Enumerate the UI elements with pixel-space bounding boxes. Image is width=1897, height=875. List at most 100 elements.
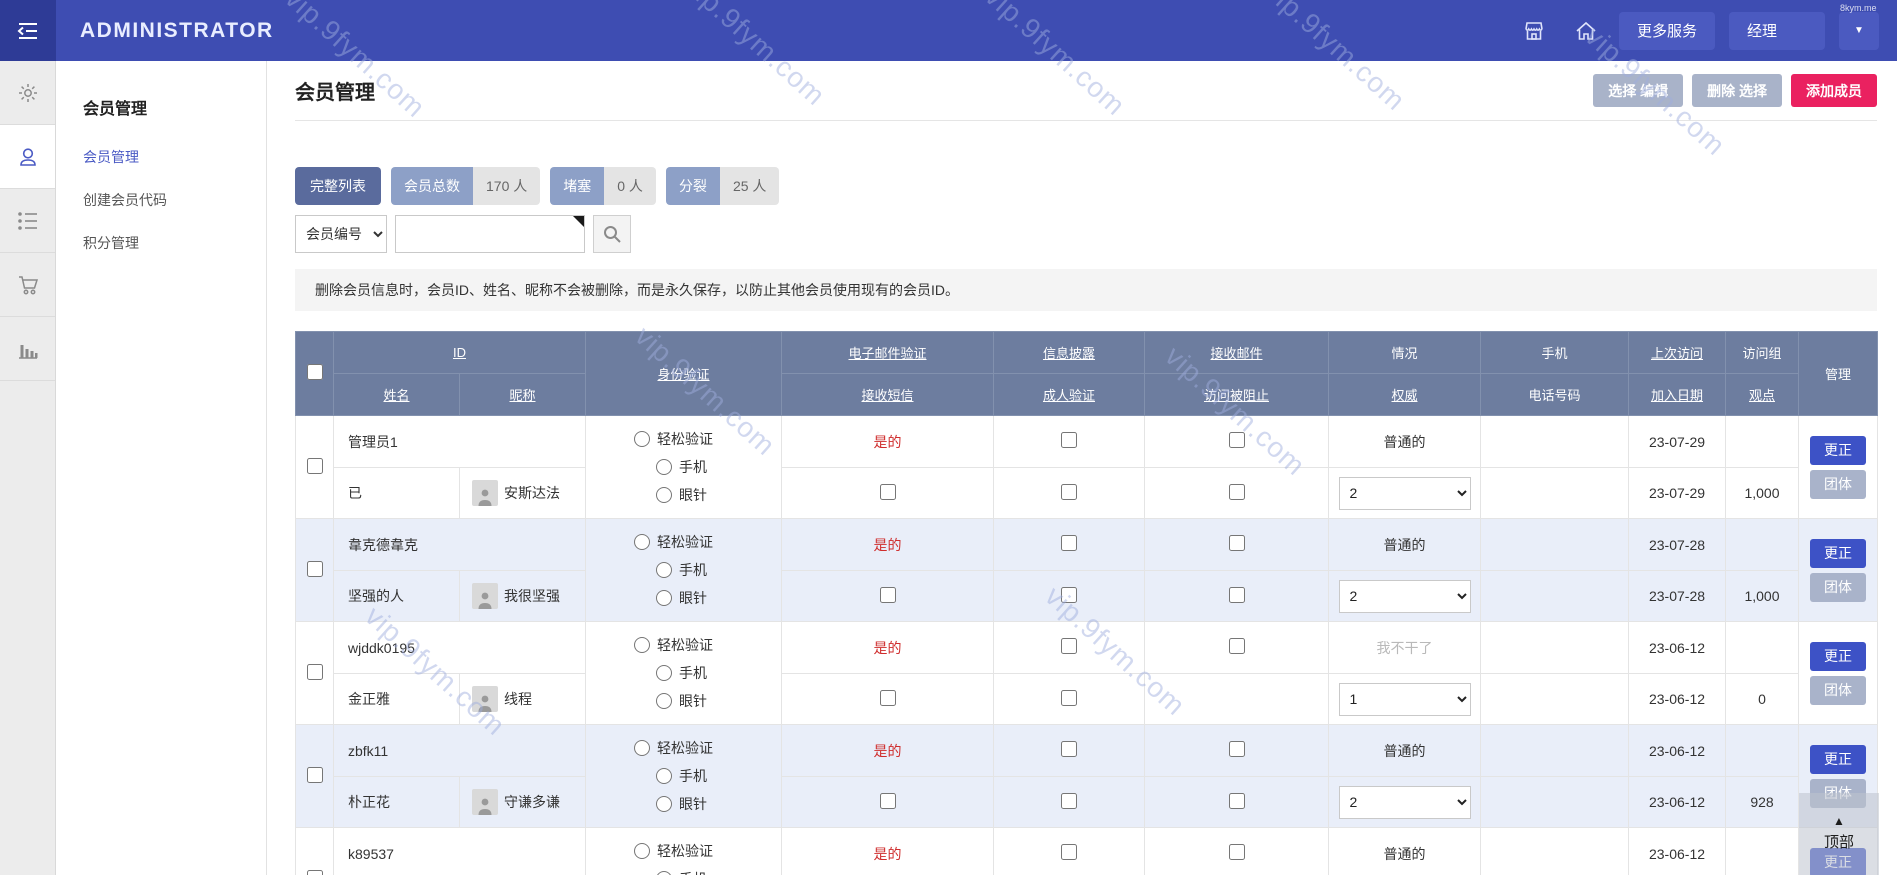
filter-total-members[interactable]: 会员总数 170 人 — [391, 167, 540, 205]
correct-button[interactable]: 更正 — [1810, 539, 1866, 568]
sort-access-blocked[interactable]: 访问被阻止 — [1204, 388, 1269, 403]
back-to-top-button[interactable]: ▲ 顶部 — [1799, 793, 1879, 875]
sort-views[interactable]: 观点 — [1749, 388, 1775, 403]
sort-join-date[interactable]: 加入日期 — [1651, 388, 1703, 403]
cell-receive-mail — [1145, 416, 1329, 468]
info-disclosure-checkbox[interactable] — [1061, 432, 1077, 448]
rail-item-settings[interactable] — [0, 61, 55, 125]
auth-easy-radio[interactable] — [634, 843, 650, 859]
auth-mobile-radio[interactable] — [656, 871, 672, 875]
row-select-checkbox[interactable] — [307, 870, 323, 875]
info-disclosure-checkbox[interactable] — [1061, 844, 1077, 860]
cell-receive-mail — [1145, 725, 1329, 777]
manager-button[interactable]: 经理 — [1729, 12, 1825, 50]
rail-item-statistics[interactable] — [0, 317, 55, 381]
auth-mobile-radio[interactable] — [656, 768, 672, 784]
auth-mobile-radio[interactable] — [656, 562, 672, 578]
auth-ipin-radio[interactable] — [656, 487, 672, 503]
search-input[interactable] — [395, 215, 585, 253]
correct-button[interactable]: 更正 — [1810, 745, 1866, 774]
account-dropdown-button[interactable]: ▼ — [1839, 12, 1879, 50]
home-icon[interactable] — [1567, 12, 1605, 50]
rail-item-orders[interactable] — [0, 253, 55, 317]
adult-verify-checkbox[interactable] — [1061, 793, 1077, 809]
row-select-checkbox[interactable] — [307, 561, 323, 577]
cell-identity-verify: 轻松验证 手机 眼针 — [586, 416, 782, 519]
auth-ipin-radio[interactable] — [656, 796, 672, 812]
access-blocked-checkbox[interactable] — [1229, 484, 1245, 500]
delete-selected-button[interactable]: 删除 选择 — [1692, 74, 1782, 107]
sort-name[interactable]: 姓名 — [383, 388, 409, 403]
sidebar-item-member-management[interactable]: 会员管理 — [83, 147, 266, 167]
cell-phone — [1481, 468, 1629, 519]
access-blocked-checkbox[interactable] — [1229, 793, 1245, 809]
sms-checkbox[interactable] — [880, 690, 896, 706]
more-services-button[interactable]: 更多服务 — [1619, 12, 1715, 50]
store-icon[interactable] — [1515, 12, 1553, 50]
auth-ipin-radio[interactable] — [656, 693, 672, 709]
row-select-checkbox[interactable] — [307, 458, 323, 474]
receive-mail-checkbox[interactable] — [1229, 844, 1245, 860]
search-field-select[interactable]: 会员编号 — [295, 215, 387, 253]
rail-item-list[interactable] — [0, 189, 55, 253]
select-all-checkbox[interactable] — [307, 364, 323, 380]
header-last-visit: 上次访问 — [1629, 332, 1726, 374]
receive-mail-checkbox[interactable] — [1229, 638, 1245, 654]
sort-nickname[interactable]: 昵称 — [509, 388, 535, 403]
sms-checkbox[interactable] — [880, 484, 896, 500]
receive-mail-checkbox[interactable] — [1229, 535, 1245, 551]
cell-sms — [782, 571, 994, 622]
adult-verify-checkbox[interactable] — [1061, 484, 1077, 500]
sort-last-visit[interactable]: 上次访问 — [1651, 346, 1703, 361]
sidebar-collapse-button[interactable] — [0, 0, 56, 61]
info-disclosure-checkbox[interactable] — [1061, 535, 1077, 551]
sms-checkbox[interactable] — [880, 587, 896, 603]
search-button[interactable] — [593, 215, 631, 253]
auth-ipin-radio[interactable] — [656, 590, 672, 606]
auth-easy-radio[interactable] — [634, 740, 650, 756]
auth-easy-radio[interactable] — [634, 637, 650, 653]
group-button[interactable]: 团体 — [1810, 676, 1866, 705]
authority-select[interactable]: 2 — [1339, 477, 1471, 510]
auth-mobile-radio[interactable] — [656, 459, 672, 475]
auth-easy-radio[interactable] — [634, 534, 650, 550]
cell-mobile — [1481, 519, 1629, 571]
filter-full-list-button[interactable]: 完整列表 — [295, 167, 381, 205]
sidebar-item-create-member-code[interactable]: 创建会员代码 — [83, 190, 266, 210]
auth-easy-radio[interactable] — [634, 431, 650, 447]
group-button[interactable]: 团体 — [1810, 573, 1866, 602]
sidebar-item-points-management[interactable]: 积分管理 — [83, 233, 266, 253]
sms-checkbox[interactable] — [880, 793, 896, 809]
filter-blocked[interactable]: 堵塞 0 人 — [550, 167, 656, 205]
cell-access-blocked — [1145, 777, 1329, 828]
adult-verify-checkbox[interactable] — [1061, 587, 1077, 603]
row-select-checkbox[interactable] — [307, 767, 323, 783]
correct-button[interactable]: 更正 — [1810, 642, 1866, 671]
sort-authority[interactable]: 权威 — [1391, 388, 1417, 403]
adult-verify-checkbox[interactable] — [1061, 690, 1077, 706]
correct-button[interactable]: 更正 — [1810, 436, 1866, 465]
add-member-button[interactable]: 添加成员 — [1791, 74, 1877, 107]
group-button[interactable]: 团体 — [1810, 470, 1866, 499]
rail-item-members[interactable] — [0, 125, 55, 189]
receive-mail-checkbox[interactable] — [1229, 432, 1245, 448]
receive-mail-checkbox[interactable] — [1229, 741, 1245, 757]
row-select-checkbox[interactable] — [307, 664, 323, 680]
sort-info-disclosure[interactable]: 信息披露 — [1043, 346, 1095, 361]
authority-select[interactable]: 1 — [1339, 683, 1471, 716]
info-disclosure-checkbox[interactable] — [1061, 741, 1077, 757]
cell-info-disclosure — [994, 828, 1145, 875]
sort-id[interactable]: ID — [453, 345, 466, 360]
sort-email-verify[interactable]: 电子邮件验证 — [848, 346, 926, 361]
authority-select[interactable]: 2 — [1339, 786, 1471, 819]
select-edit-button[interactable]: 选择 编辑 — [1593, 74, 1683, 107]
auth-mobile-radio[interactable] — [656, 665, 672, 681]
filter-split[interactable]: 分裂 25 人 — [666, 167, 779, 205]
sort-adult-verify[interactable]: 成人验证 — [1043, 388, 1095, 403]
sort-sms[interactable]: 接收短信 — [861, 388, 913, 403]
authority-select[interactable]: 2 — [1339, 580, 1471, 613]
access-blocked-checkbox[interactable] — [1229, 587, 1245, 603]
info-disclosure-checkbox[interactable] — [1061, 638, 1077, 654]
sort-identity[interactable]: 身份验证 — [657, 367, 709, 382]
sort-receive-mail[interactable]: 接收邮件 — [1210, 346, 1262, 361]
